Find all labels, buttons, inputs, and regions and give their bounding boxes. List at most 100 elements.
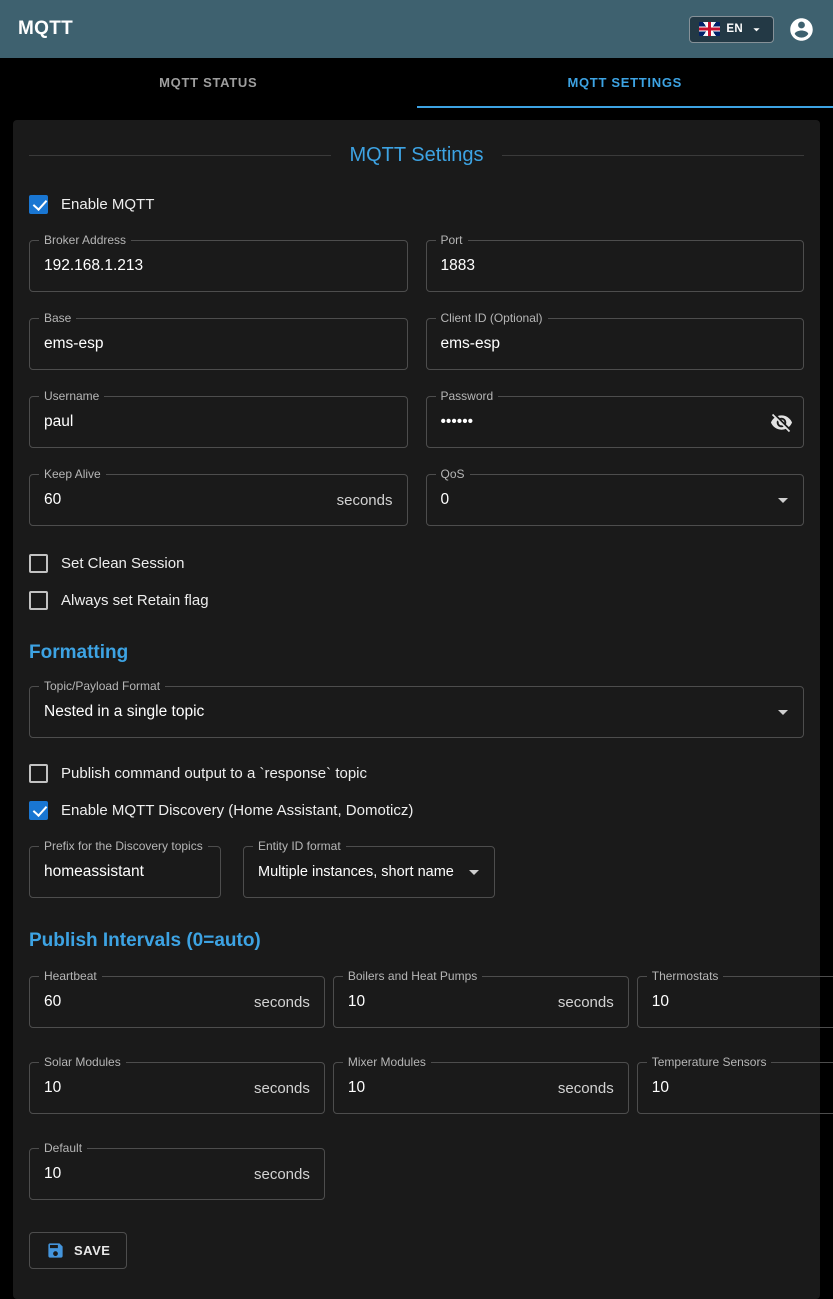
base-input[interactable] [44,335,393,353]
base-clientid-row: Base Client ID (Optional) [29,318,804,370]
seconds-suffix: seconds [254,994,310,1011]
field-label: QoS [436,467,470,481]
boilers-heat-pumps-field: Boilers and Heat Pumps seconds [333,976,629,1028]
client-id-field: Client ID (Optional) [426,318,805,370]
username-field: Username [29,396,408,448]
save-button[interactable]: SAVE [29,1232,127,1269]
broker-address-input[interactable] [44,257,393,275]
field-label: Password [436,389,499,403]
client-id-input[interactable] [441,335,790,353]
checkbox-icon [29,591,48,610]
tab-mqtt-status[interactable]: MQTT STATUS [0,58,417,108]
field-label: Solar Modules [39,1055,126,1069]
password-field: Password [426,396,805,448]
dropdown-arrow-icon [462,860,486,884]
seconds-suffix: seconds [254,1166,310,1183]
keep-alive-field: Keep Alive seconds [29,474,408,526]
response-topic-checkbox[interactable]: Publish command output to a `response` t… [29,764,367,783]
account-circle-icon[interactable] [788,16,815,43]
discovery-prefix-input[interactable] [44,863,206,881]
username-input[interactable] [44,413,393,431]
save-button-label: SAVE [74,1243,110,1258]
checkbox-icon [29,554,48,573]
default-input[interactable] [44,1165,244,1183]
field-label: Boilers and Heat Pumps [343,969,482,983]
app-bar: MQTT EN [0,0,833,58]
language-selector-button[interactable]: EN [689,16,774,43]
dropdown-arrow-icon [771,700,795,724]
page-title: MQTT Settings [331,144,501,167]
qos-value: 0 [441,491,772,509]
visibility-off-icon [770,411,793,434]
heartbeat-input[interactable] [44,993,244,1011]
field-label: Username [39,389,104,403]
base-field: Base [29,318,408,370]
checkbox-label: Set Clean Session [61,555,184,572]
checkbox-icon [29,764,48,783]
port-field: Port [426,240,805,292]
seconds-suffix: seconds [337,492,393,509]
broker-port-row: Broker Address Port [29,240,804,292]
checkbox-icon [29,801,48,820]
enable-mqtt-checkbox[interactable]: Enable MQTT [29,195,154,214]
default-interval-row: Default seconds [29,1148,804,1200]
uk-flag-icon [699,22,720,36]
mqtt-discovery-checkbox[interactable]: Enable MQTT Discovery (Home Assistant, D… [29,801,413,820]
mixer-modules-input[interactable] [348,1079,548,1097]
field-label: Broker Address [39,233,131,247]
field-label: Prefix for the Discovery topics [39,839,208,853]
keep-alive-input[interactable] [44,491,327,509]
qos-select[interactable]: QoS 0 [426,474,805,526]
seconds-suffix: seconds [254,1080,310,1097]
topic-payload-format-select[interactable]: Topic/Payload Format Nested in a single … [29,686,804,738]
toggle-password-visibility-button[interactable] [770,411,793,434]
field-label: Client ID (Optional) [436,311,548,325]
publish-intervals-grid: Heartbeat seconds Boilers and Heat Pumps… [29,976,804,1114]
tab-mqtt-settings[interactable]: MQTT SETTINGS [417,58,833,108]
topic-format-value: Nested in a single topic [44,703,771,721]
entity-id-format-select[interactable]: Entity ID format Multiple instances, sho… [243,846,495,898]
boilers-heat-pumps-input[interactable] [348,993,548,1011]
field-label: Default [39,1141,87,1155]
thermostats-input[interactable] [652,993,833,1011]
keepalive-qos-row: Keep Alive seconds QoS 0 [29,474,804,526]
default-field: Default seconds [29,1148,325,1200]
seconds-suffix: seconds [558,1080,614,1097]
checkbox-label: Enable MQTT Discovery (Home Assistant, D… [61,802,413,819]
save-icon [46,1241,65,1260]
thermostats-field: Thermostats seconds [637,976,833,1028]
language-label: EN [726,23,743,35]
chevron-down-icon [749,22,764,37]
field-label: Thermostats [647,969,724,983]
password-input[interactable] [441,413,771,431]
mixer-modules-field: Mixer Modules seconds [333,1062,629,1114]
discovery-options-row: Prefix for the Discovery topics Entity I… [29,846,804,898]
tab-bar: MQTT STATUS MQTT SETTINGS [0,58,833,108]
temperature-sensors-input[interactable] [652,1079,833,1097]
checkbox-icon [29,195,48,214]
port-input[interactable] [441,257,790,275]
credentials-row: Username Password [29,396,804,448]
field-label: Entity ID format [253,839,346,853]
checkbox-label: Always set Retain flag [61,592,209,609]
app-bar-actions: EN [689,16,815,43]
field-label: Port [436,233,468,247]
discovery-prefix-field: Prefix for the Discovery topics [29,846,221,898]
app-title: MQTT [18,18,73,40]
set-clean-session-checkbox[interactable]: Set Clean Session [29,554,184,573]
heartbeat-field: Heartbeat seconds [29,976,325,1028]
field-label: Keep Alive [39,467,106,481]
seconds-suffix: seconds [558,994,614,1011]
divider-line [29,155,331,156]
card-title-divider: MQTT Settings [29,144,804,167]
solar-modules-input[interactable] [44,1079,244,1097]
dropdown-arrow-icon [771,488,795,512]
checkbox-label: Enable MQTT [61,196,154,213]
entity-format-value: Multiple instances, short name [258,864,462,880]
temperature-sensors-field: Temperature Sensors seconds [637,1062,833,1114]
field-label: Heartbeat [39,969,102,983]
field-label: Temperature Sensors [647,1055,772,1069]
field-label: Base [39,311,76,325]
solar-modules-field: Solar Modules seconds [29,1062,325,1114]
retain-flag-checkbox[interactable]: Always set Retain flag [29,591,209,610]
